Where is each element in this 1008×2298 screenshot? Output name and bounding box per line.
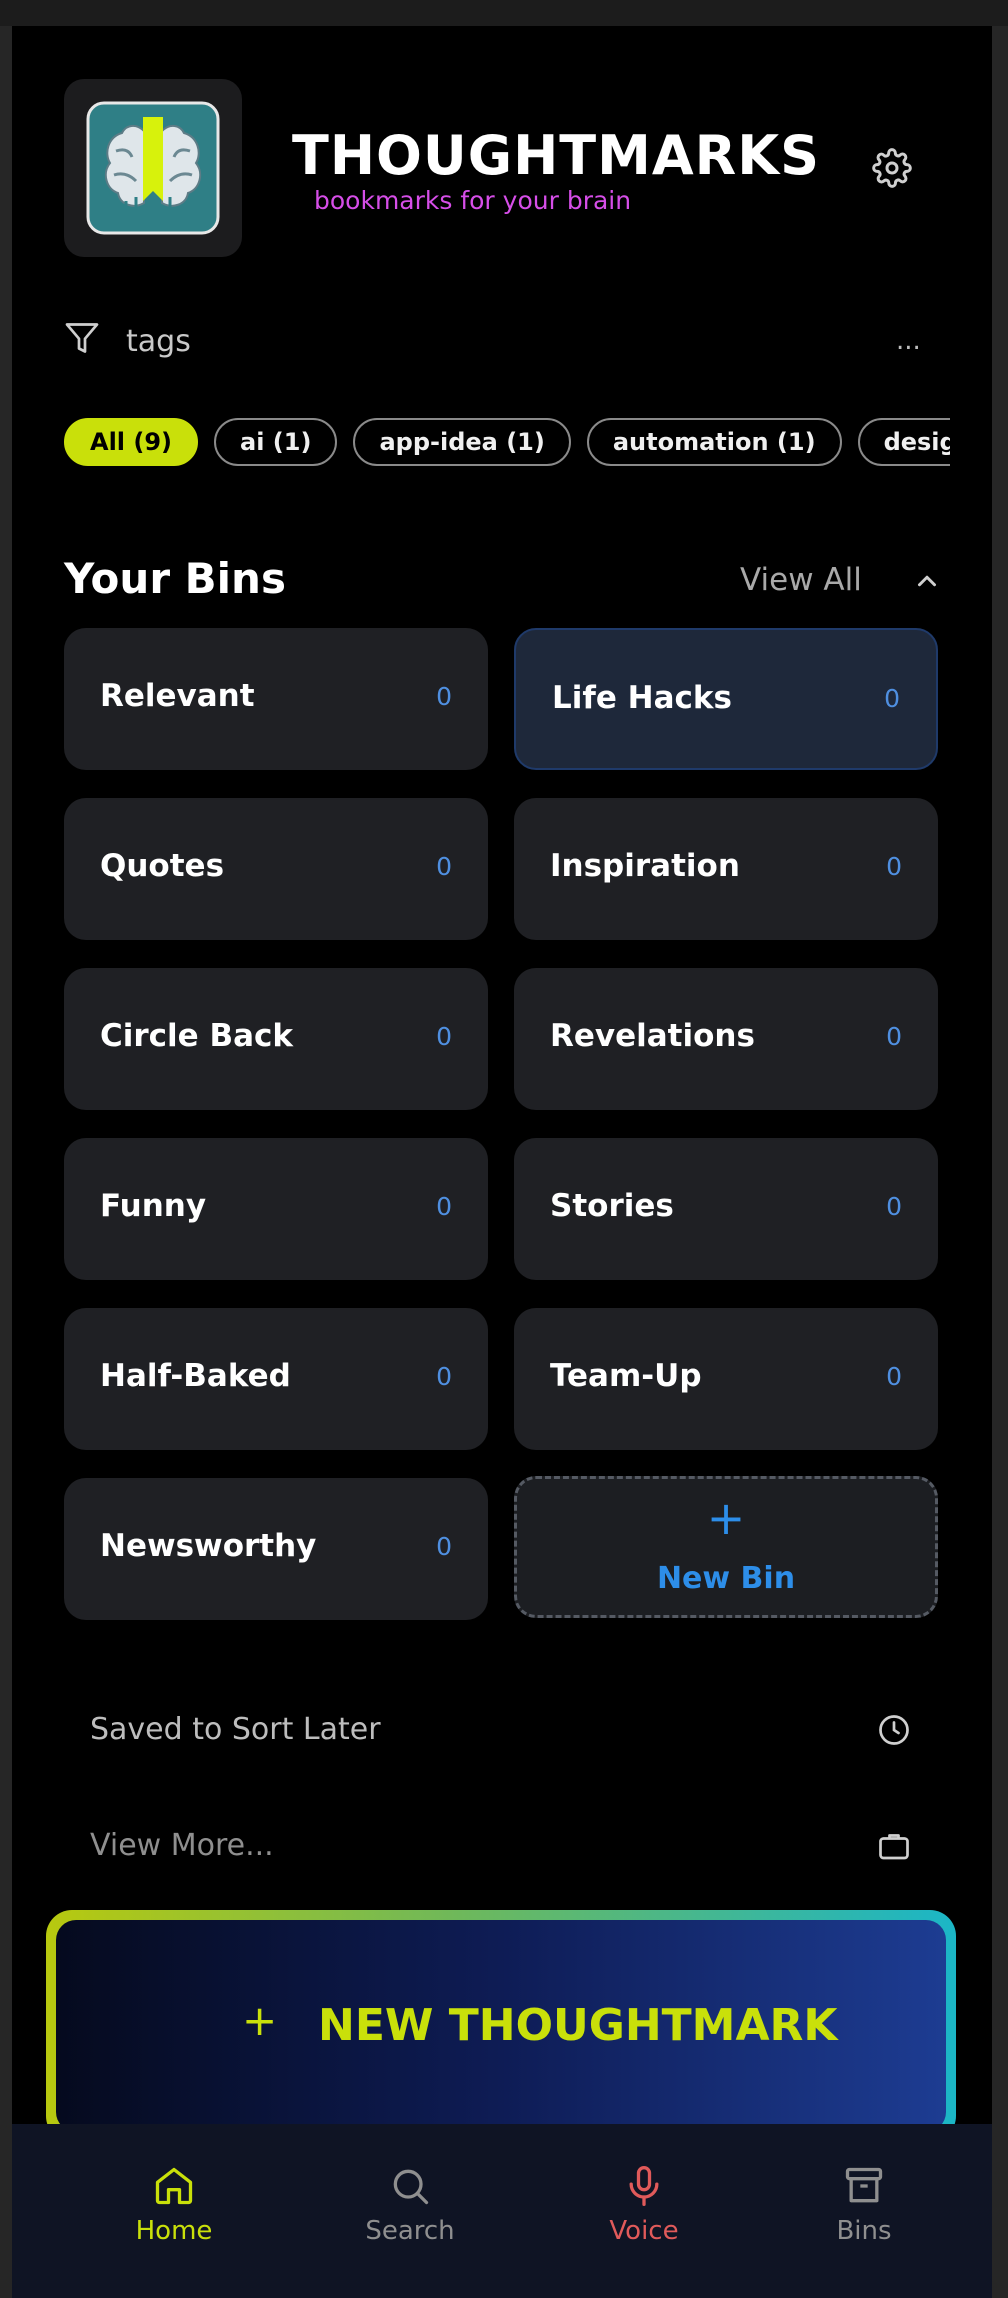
filter-icon[interactable] [64, 320, 100, 356]
gear-icon[interactable] [872, 148, 912, 188]
mic-icon [629, 2166, 659, 2206]
brain-bookmark-logo-icon [86, 101, 220, 235]
bin-count: 0 [886, 1022, 902, 1051]
bin-name: Stories [550, 1188, 674, 1224]
bin-count: 0 [884, 684, 900, 713]
nav-voice[interactable]: Voice [564, 2164, 724, 2246]
tag-chip-all[interactable]: All (9) [64, 418, 199, 466]
app-logo [64, 79, 242, 257]
bin-count: 0 [436, 1362, 452, 1391]
tag-chip-row: All (9) ai (1) app-idea (1) automation (1) d… [64, 418, 950, 468]
search-icon [393, 2169, 429, 2205]
bin-name: Half-Baked [100, 1358, 291, 1394]
nav-bins-label: Bins [836, 2216, 892, 2246]
bottom-nav: Home Search Voice Bins [12, 2124, 992, 2298]
bin-count: 0 [436, 682, 452, 711]
tags-more-button[interactable]: ... [896, 326, 921, 356]
chevron-up-icon[interactable] [912, 566, 942, 596]
bin-name: Quotes [100, 848, 225, 884]
app-screen: THOUGHTMARKS bookmarks for your brain ta… [12, 26, 992, 2298]
bin-name: Team-Up [550, 1358, 702, 1394]
clock-icon [879, 1715, 909, 1745]
tag-chip-automation[interactable]: automation (1) [586, 418, 842, 466]
nav-voice-label: Voice [609, 2216, 679, 2246]
plus-icon: + [706, 1491, 746, 1545]
bin-count: 0 [436, 1192, 452, 1221]
tag-chip-ai[interactable]: ai (1) [214, 418, 338, 466]
bins-section-title: Your Bins [64, 554, 286, 603]
bin-card-funny[interactable]: Funny 0 [64, 1138, 488, 1280]
nav-search-label: Search [365, 2216, 455, 2246]
saved-to-sort-later-link[interactable]: Saved to Sort Later [90, 1712, 381, 1747]
nav-search[interactable]: Search [330, 2164, 490, 2246]
bin-card-inspiration[interactable]: Inspiration 0 [514, 798, 938, 940]
plus-icon: + [242, 1996, 278, 2045]
new-thoughtmark-button[interactable]: + NEW THOUGHTMARK [46, 1910, 956, 2142]
bin-card-stories[interactable]: Stories 0 [514, 1138, 938, 1280]
view-all-link[interactable]: View All [740, 562, 862, 598]
home-icon [155, 2167, 193, 2205]
bin-count: 0 [886, 1362, 902, 1391]
bin-name: Revelations [550, 1018, 755, 1054]
new-bin-button[interactable]: + New Bin [514, 1476, 938, 1618]
bin-name: Newsworthy [100, 1528, 317, 1564]
app-title: THOUGHTMARKS [292, 124, 820, 187]
bin-name: Funny [100, 1188, 207, 1224]
new-bin-label: New Bin [656, 1561, 796, 1596]
briefcase-icon [879, 1834, 909, 1860]
app-subtitle: bookmarks for your brain [314, 186, 632, 215]
bin-card-life-hacks[interactable]: Life Hacks 0 [514, 628, 938, 770]
bin-count: 0 [886, 852, 902, 881]
tag-chip-app-idea[interactable]: app-idea (1) [353, 418, 571, 466]
bin-name: Circle Back [100, 1018, 294, 1054]
tags-label: tags [126, 324, 191, 359]
bin-name: Relevant [100, 678, 255, 714]
nav-home-label: Home [135, 2216, 213, 2246]
bin-count: 0 [436, 852, 452, 881]
bin-count: 0 [436, 1022, 452, 1051]
new-thoughtmark-inner: + NEW THOUGHTMARK [56, 1920, 946, 2132]
bin-count: 0 [436, 1532, 452, 1561]
status-bar-strip [0, 0, 1008, 26]
archive-icon [845, 2167, 883, 2203]
bin-name: Inspiration [550, 848, 740, 884]
bin-card-quotes[interactable]: Quotes 0 [64, 798, 488, 940]
tag-chip-design[interactable]: design-p [857, 418, 950, 466]
bin-card-newsworthy[interactable]: Newsworthy 0 [64, 1478, 488, 1620]
nav-bins[interactable]: Bins [784, 2164, 944, 2246]
nav-home[interactable]: Home [94, 2164, 254, 2246]
view-more-link[interactable]: View More... [90, 1828, 274, 1863]
bin-card-circle-back[interactable]: Circle Back 0 [64, 968, 488, 1110]
new-thoughtmark-label: NEW THOUGHTMARK [318, 2000, 838, 2051]
bin-card-half-baked[interactable]: Half-Baked 0 [64, 1308, 488, 1450]
bin-card-relevant[interactable]: Relevant 0 [64, 628, 488, 770]
bin-card-team-up[interactable]: Team-Up 0 [514, 1308, 938, 1450]
bin-card-revelations[interactable]: Revelations 0 [514, 968, 938, 1110]
bin-name: Life Hacks [552, 680, 732, 716]
bin-count: 0 [886, 1192, 902, 1221]
